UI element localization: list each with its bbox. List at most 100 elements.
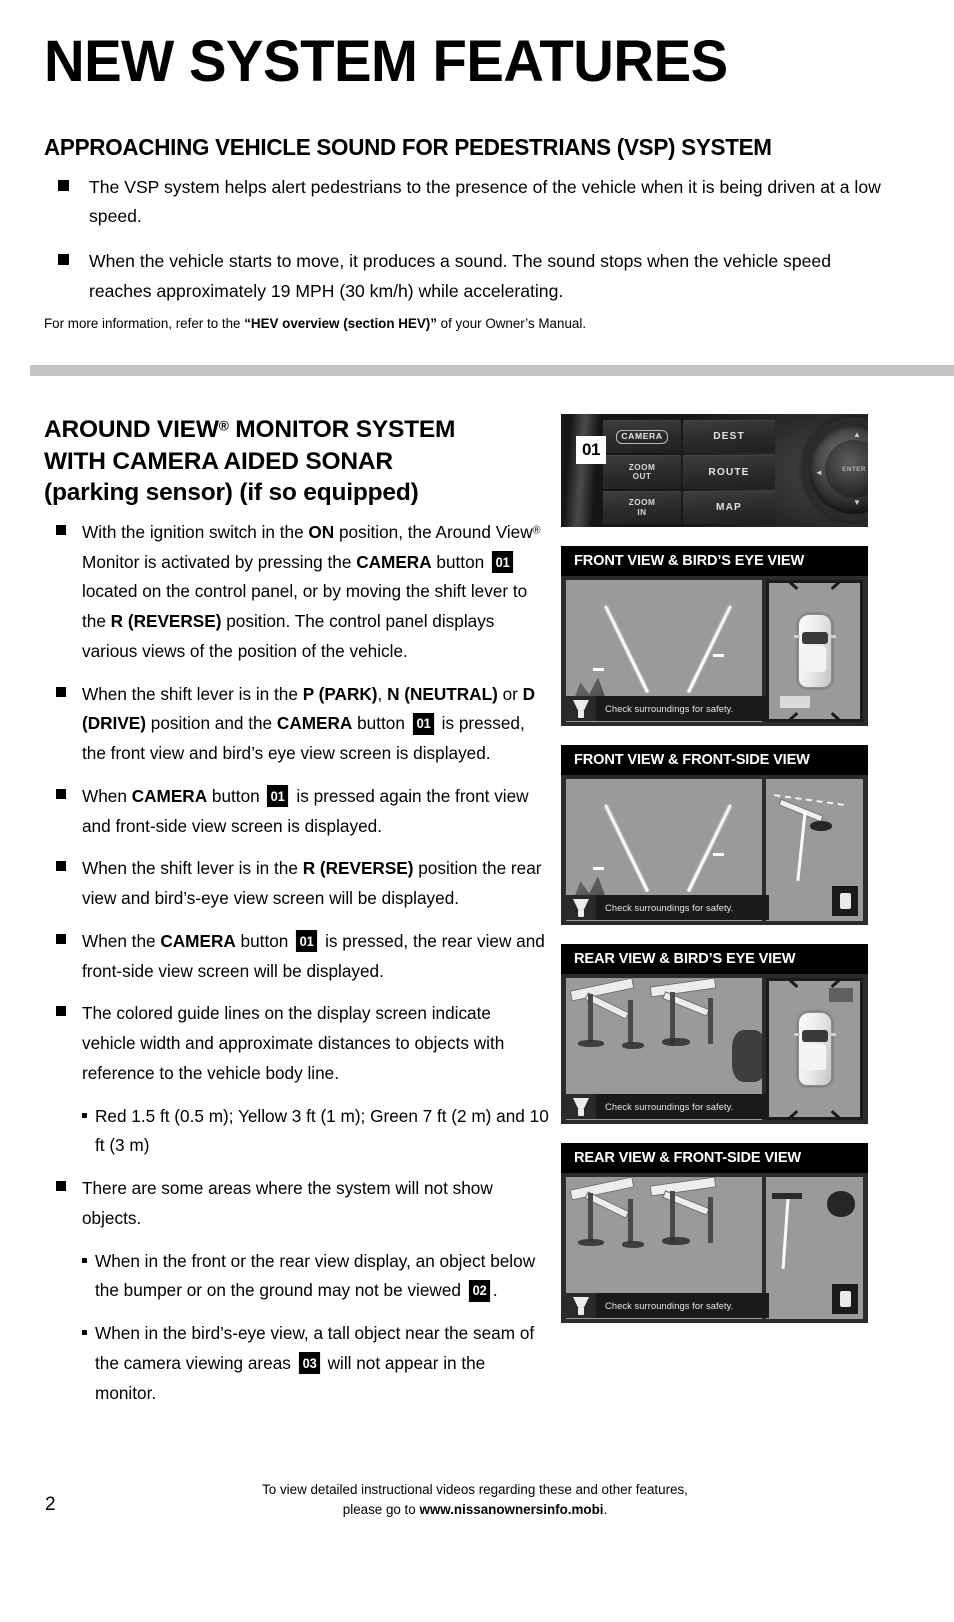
body-text: button — [431, 551, 489, 572]
emphasis-text: R (REVERSE) — [110, 611, 222, 632]
rack-post — [670, 1191, 675, 1243]
ground-shadow — [732, 1030, 763, 1082]
avm-bullet-list: With the ignition switch in the ON posit… — [44, 518, 549, 1409]
monitor-screen: Check surroundings for safety. — [561, 974, 868, 1124]
section-heading-vsp: APPROACHING VEHICLE SOUND FOR PEDESTRIAN… — [44, 134, 772, 160]
dest-button[interactable]: DEST — [683, 420, 775, 454]
enter-button[interactable]: ENTER — [825, 440, 868, 498]
body-text: The colored guide lines on the display s… — [82, 1003, 505, 1083]
side-guide-line — [781, 1198, 790, 1270]
rack-rail — [569, 1177, 635, 1201]
bullet-square-icon — [58, 254, 69, 266]
bullet-square-icon — [56, 933, 66, 944]
body-text: or — [497, 683, 523, 704]
arrow-down-icon[interactable]: ▼ — [853, 499, 861, 507]
map-button[interactable]: MAP — [683, 490, 775, 524]
list-item: With the ignition switch in the ON posit… — [44, 518, 549, 667]
rack-rail — [649, 978, 717, 998]
ground-object — [827, 1191, 855, 1217]
ground-shadow — [578, 1239, 604, 1246]
figure-front-bird: FRONT VIEW & BIRD’S EYE VIEW Check surro… — [561, 546, 868, 726]
bullet-dot-icon — [82, 1257, 87, 1263]
camera-view-icon — [566, 1293, 596, 1318]
windshield — [801, 632, 828, 644]
page-number: 2 — [45, 1494, 56, 1515]
vsp-footnote: For more information, refer to the “HEV … — [44, 315, 586, 334]
birds-eye-pane — [766, 978, 863, 1120]
rack-rail — [569, 978, 635, 1002]
callout-01-badge: 01 — [412, 712, 434, 735]
emphasis-text: ON — [308, 521, 335, 542]
side-guide-line — [796, 811, 807, 881]
route-button[interactable]: ROUTE — [683, 455, 775, 489]
mirror-left — [793, 1033, 800, 1036]
registered-mark: ® — [218, 418, 229, 434]
sub-list-item: When in the bird’s-eye view, a tall obje… — [82, 1319, 549, 1408]
ground-object — [810, 821, 833, 831]
view-cone — [573, 1297, 589, 1307]
guide-line-left — [604, 804, 649, 892]
footnote-suffix: of your Owner’s Manual. — [436, 316, 587, 331]
zoom-out-button[interactable]: ZOOM OUT — [603, 455, 681, 489]
pedestrian-shape — [578, 1307, 584, 1315]
list-item-text: When the vehicle starts to move, it prod… — [89, 251, 831, 301]
bullet-camera-rear-front-side: When the CAMERA button 01 is pressed, th… — [82, 927, 549, 987]
footnote-reference: “HEV overview (section HEV)” — [244, 316, 437, 331]
body-text: position and the — [145, 713, 277, 734]
sub-guide-line-colors: Red 1.5 ft (0.5 m); Yellow 3 ft (1 m); G… — [95, 1102, 549, 1162]
list-item: There are some areas where the system wi… — [44, 1174, 549, 1234]
body-text: When the shift lever is in the — [82, 683, 303, 704]
camera-button-label: CAMERA — [616, 429, 668, 445]
guide-tick — [713, 853, 725, 856]
bullet-ignition-on: With the ignition switch in the ON posit… — [82, 518, 549, 667]
list-item: When CAMERA button 01 is pressed again t… — [44, 782, 549, 842]
guide-tick — [593, 867, 604, 870]
front-side-camera-pane — [766, 1177, 863, 1319]
footer-line1: To view detailed instructional videos re… — [262, 1482, 688, 1497]
mirror-right — [829, 1033, 836, 1036]
section-divider — [30, 365, 954, 376]
navigation-dial[interactable]: ▲ ▼ ◄ ► ENTER — [802, 417, 868, 521]
body-text: When the shift lever is in the — [82, 858, 303, 879]
ground-shadow — [622, 1241, 644, 1248]
callout-03-badge: 03 — [298, 1352, 320, 1375]
list-item: The VSP system helps alert pedestrians t… — [44, 173, 884, 231]
camera-view-icon — [566, 895, 596, 920]
bullet-square-icon — [56, 1181, 66, 1192]
object-glyph — [839, 893, 851, 909]
camera-seam — [766, 978, 863, 981]
roof — [803, 1044, 826, 1070]
bullet-square-icon — [56, 686, 66, 697]
roof — [803, 646, 826, 672]
status-message: Check surroundings for safety. — [605, 1101, 734, 1112]
arrow-up-icon[interactable]: ▲ — [853, 431, 861, 439]
arrow-left-icon[interactable]: ◄ — [815, 469, 823, 477]
emphasis-text: N (NEUTRAL) — [387, 683, 498, 704]
list-item-text: The VSP system helps alert pedestrians t… — [89, 177, 881, 227]
monitor-screen: Check surroundings for safety. — [561, 576, 868, 726]
camera-button[interactable]: CAMERA — [603, 420, 681, 454]
rack-post — [628, 1199, 633, 1243]
figure-front-frontside: FRONT VIEW & FRONT-SIDE VIEW Check surro… — [561, 745, 868, 925]
list-item: When the shift lever is in the P (PARK),… — [44, 680, 549, 769]
figure-caption: REAR VIEW & FRONT-SIDE VIEW — [561, 1143, 868, 1173]
ground-shadow — [622, 1042, 644, 1049]
bullet-square-icon — [56, 1006, 66, 1017]
list-item: When the CAMERA button 01 is pressed, th… — [44, 927, 549, 987]
body-text: . — [492, 1280, 498, 1301]
zoom-in-button[interactable]: ZOOM IN — [603, 490, 681, 524]
birds-eye-pane — [766, 580, 863, 722]
enter-button-label: ENTER — [842, 465, 866, 473]
monitor-status-bar: Check surroundings for safety. — [566, 895, 769, 920]
avm-text-column: AROUND VIEW® MONITOR SYSTEM WITH CAMERA … — [44, 414, 549, 1421]
sub-list-item: Red 1.5 ft (0.5 m); Yellow 3 ft (1 m); G… — [82, 1102, 549, 1162]
view-cone — [573, 899, 589, 909]
body-text: With the ignition switch in the — [82, 521, 309, 542]
section-heading-avm: AROUND VIEW® MONITOR SYSTEM WITH CAMERA … — [44, 414, 549, 509]
list-item: The colored guide lines on the display s… — [44, 999, 549, 1088]
avm-heading-line3: (parking sensor) (if so equipped) — [44, 479, 419, 507]
bullet-square-icon — [58, 180, 69, 191]
document-page: NEW SYSTEM FEATURES APPROACHING VEHICLE … — [0, 0, 954, 1622]
emphasis-text: CAMERA — [131, 785, 208, 806]
bullet-blind-areas: There are some areas where the system wi… — [82, 1174, 549, 1234]
